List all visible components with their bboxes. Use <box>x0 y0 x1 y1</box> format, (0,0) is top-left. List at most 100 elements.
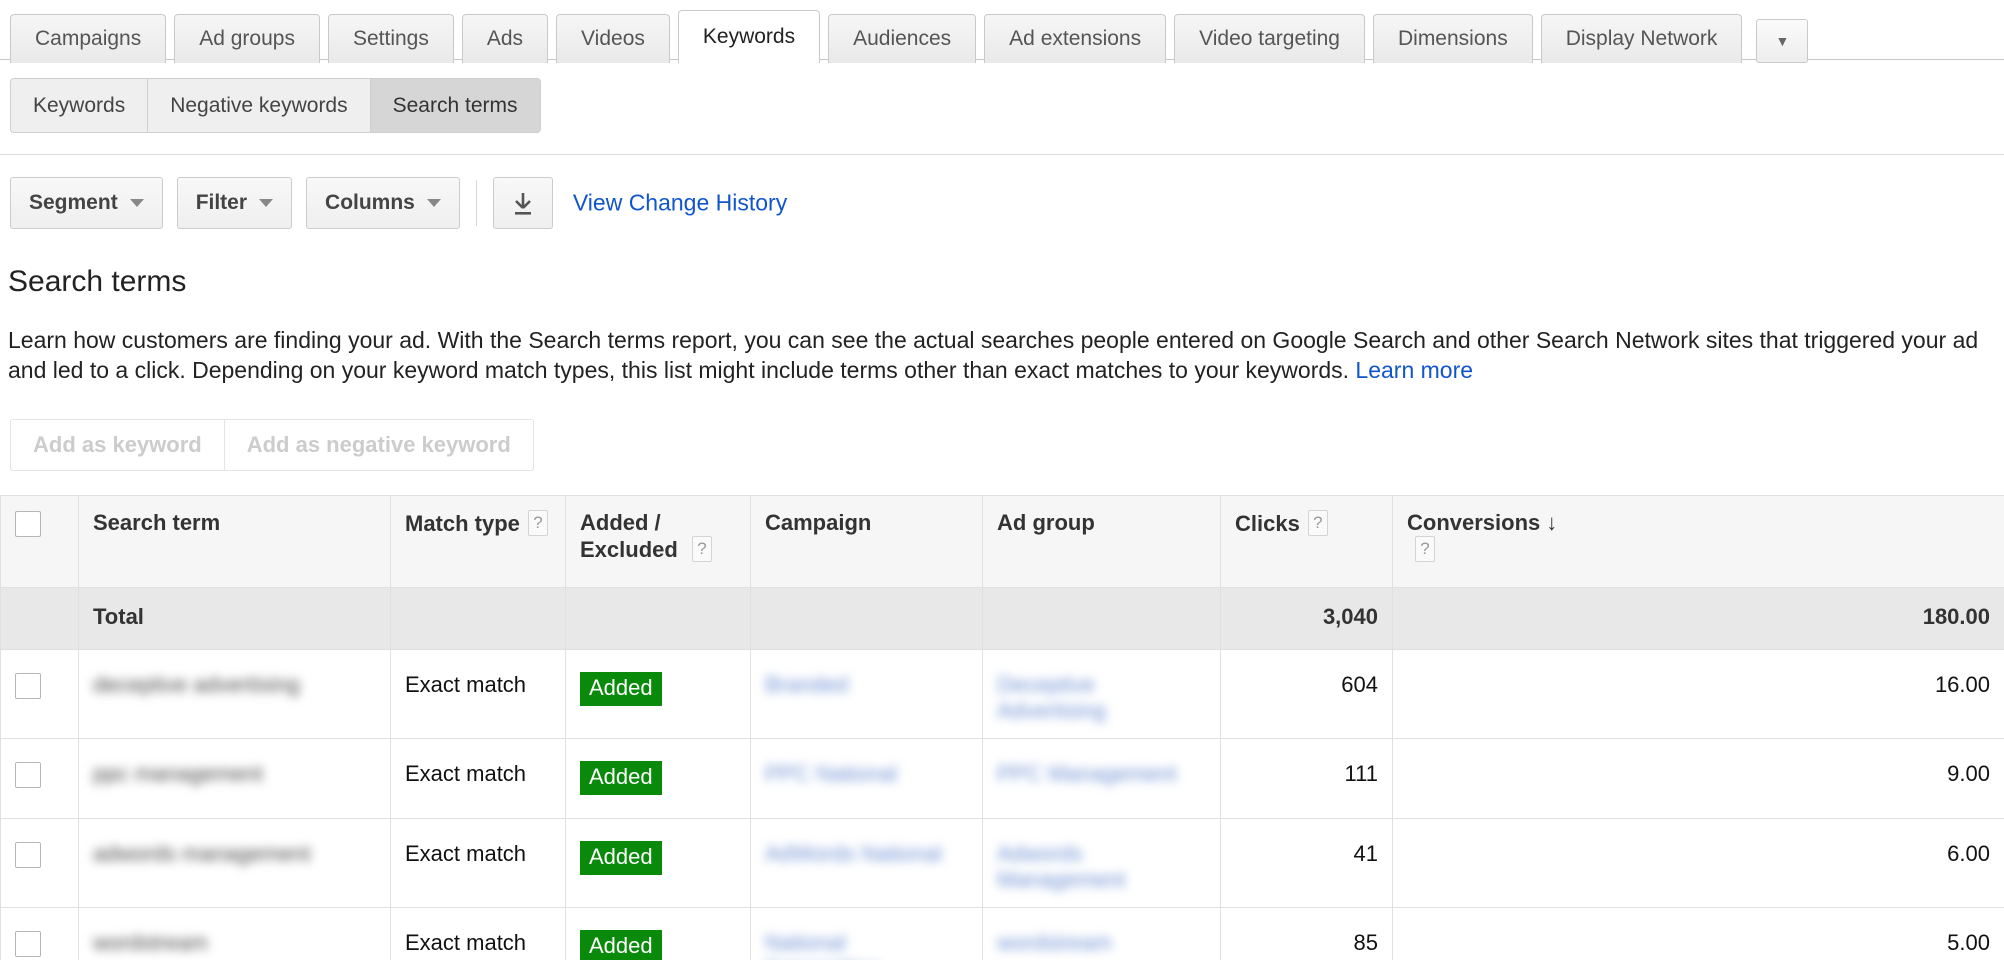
ad-group-cell[interactable]: Adwords Management <box>983 819 1221 908</box>
ad-group-link[interactable]: wordstream <box>997 930 1112 956</box>
campaign-link[interactable]: National Competition <box>765 930 968 960</box>
toolbar-divider <box>476 180 477 226</box>
column-header-match-type[interactable]: Match type? <box>391 496 566 588</box>
campaign-cell[interactable]: Branded <box>751 650 983 739</box>
add-as-keyword-button[interactable]: Add as keyword <box>10 419 225 471</box>
help-icon[interactable]: ? <box>692 536 712 562</box>
row-checkbox-cell <box>1 819 79 908</box>
tab-campaigns[interactable]: Campaigns <box>10 14 166 63</box>
clicks-cell: 85 <box>1221 908 1393 960</box>
match-type-cell: Exact match <box>391 650 566 739</box>
tab-label: Settings <box>353 27 429 50</box>
row-checkbox[interactable] <box>15 762 41 788</box>
row-checkbox-cell <box>1 650 79 739</box>
tab-dimensions[interactable]: Dimensions <box>1373 14 1533 63</box>
learn-more-link[interactable]: Learn more <box>1355 357 1473 383</box>
table-row: wordstream Exact match Added National Co… <box>1 908 2004 960</box>
search-term-value: adwords management <box>93 841 311 867</box>
select-all-header <box>1 496 79 588</box>
columns-label: Columns <box>325 191 415 214</box>
ad-group-cell[interactable]: PPC Management <box>983 739 1221 819</box>
select-all-checkbox[interactable] <box>15 511 41 537</box>
ad-group-cell[interactable]: wordstream <box>983 908 1221 960</box>
tab-audiences[interactable]: Audiences <box>828 14 976 63</box>
clicks-cell: 604 <box>1221 650 1393 739</box>
table-row: deceptive advertising Exact match Added … <box>1 650 2004 739</box>
column-header-added-excluded[interactable]: Added / Excluded ? <box>566 496 751 588</box>
row-checkbox-cell <box>1 739 79 819</box>
sort-descending-icon: ↓ <box>1546 510 1557 535</box>
search-terms-table: Search term Match type? Added / Excluded… <box>0 495 2004 960</box>
campaign-link[interactable]: PPC National <box>765 761 897 787</box>
total-ad-group-cell <box>983 588 1221 650</box>
search-term-cell: adwords management <box>79 819 391 908</box>
campaign-link[interactable]: AdWords National <box>765 841 942 867</box>
status-badge: Added <box>580 841 662 875</box>
ad-group-link[interactable]: Deceptive Advertising <box>997 672 1206 724</box>
campaign-cell[interactable]: PPC National <box>751 739 983 819</box>
tab-label: Ad extensions <box>1009 27 1141 50</box>
campaign-cell[interactable]: AdWords National <box>751 819 983 908</box>
tab-video-targeting[interactable]: Video targeting <box>1174 14 1365 63</box>
download-icon <box>511 192 535 218</box>
subtab-label: Negative keywords <box>170 94 347 117</box>
chevron-down-icon[interactable]: ▼ <box>1756 19 1808 63</box>
help-icon[interactable]: ? <box>1308 510 1328 536</box>
campaign-link[interactable]: Branded <box>765 672 848 698</box>
ad-group-link[interactable]: Adwords Management <box>997 841 1206 893</box>
match-type-cell: Exact match <box>391 908 566 960</box>
tab-label: Campaigns <box>35 27 141 50</box>
tab-ad-groups[interactable]: Ad groups <box>174 14 320 63</box>
add-as-negative-keyword-button[interactable]: Add as negative keyword <box>225 419 534 471</box>
filter-button[interactable]: Filter <box>177 177 292 229</box>
clicks-cell: 111 <box>1221 739 1393 819</box>
table-header-row: Search term Match type? Added / Excluded… <box>1 496 2004 588</box>
column-header-search-term[interactable]: Search term <box>79 496 391 588</box>
row-checkbox[interactable] <box>15 673 41 699</box>
column-label: Ad group <box>997 510 1095 535</box>
columns-button[interactable]: Columns <box>306 177 460 229</box>
row-checkbox[interactable] <box>15 842 41 868</box>
chevron-down-icon <box>427 199 441 207</box>
added-excluded-cell: Added <box>566 650 751 739</box>
total-match-type-cell <box>391 588 566 650</box>
conversions-cell: 6.00 <box>1393 819 2004 908</box>
download-button[interactable] <box>493 177 553 229</box>
column-label: Campaign <box>765 510 871 535</box>
subtab-negative-keywords[interactable]: Negative keywords <box>147 78 369 133</box>
help-icon[interactable]: ? <box>1415 536 1435 562</box>
row-checkbox-cell <box>1 908 79 960</box>
search-term-value: wordstream <box>93 930 208 956</box>
column-label: Clicks <box>1235 511 1300 536</box>
column-header-ad-group[interactable]: Ad group <box>983 496 1221 588</box>
segment-label: Segment <box>29 191 118 214</box>
subtab-search-terms[interactable]: Search terms <box>370 78 541 133</box>
campaign-cell[interactable]: National Competition <box>751 908 983 960</box>
tab-settings[interactable]: Settings <box>328 14 454 63</box>
tab-videos[interactable]: Videos <box>556 14 670 63</box>
row-checkbox[interactable] <box>15 931 41 957</box>
ad-group-cell[interactable]: Deceptive Advertising <box>983 650 1221 739</box>
search-term-value: ppc management <box>93 761 263 787</box>
page-title: Search terms <box>8 265 2004 299</box>
column-label: Conversions <box>1407 510 1540 535</box>
tab-display-network[interactable]: Display Network <box>1541 14 1743 63</box>
total-clicks-cell: 3,040 <box>1221 588 1393 650</box>
tab-ads[interactable]: Ads <box>462 14 548 63</box>
tab-label: Audiences <box>853 27 951 50</box>
added-excluded-cell: Added <box>566 739 751 819</box>
subtab-keywords[interactable]: Keywords <box>10 78 147 133</box>
add-as-negative-keyword-label: Add as negative keyword <box>247 432 511 457</box>
subtab-label: Search terms <box>393 94 518 117</box>
segment-button[interactable]: Segment <box>10 177 163 229</box>
ad-group-link[interactable]: PPC Management <box>997 761 1177 787</box>
tab-keywords[interactable]: Keywords <box>678 10 820 63</box>
view-change-history-link[interactable]: View Change History <box>573 190 787 216</box>
column-header-conversions[interactable]: Conversions↓? <box>1393 496 2004 588</box>
help-icon[interactable]: ? <box>528 510 548 536</box>
status-badge: Added <box>580 930 662 960</box>
column-header-clicks[interactable]: Clicks? <box>1221 496 1393 588</box>
status-badge: Added <box>580 672 662 706</box>
tab-ad-extensions[interactable]: Ad extensions <box>984 14 1166 63</box>
column-header-campaign[interactable]: Campaign <box>751 496 983 588</box>
